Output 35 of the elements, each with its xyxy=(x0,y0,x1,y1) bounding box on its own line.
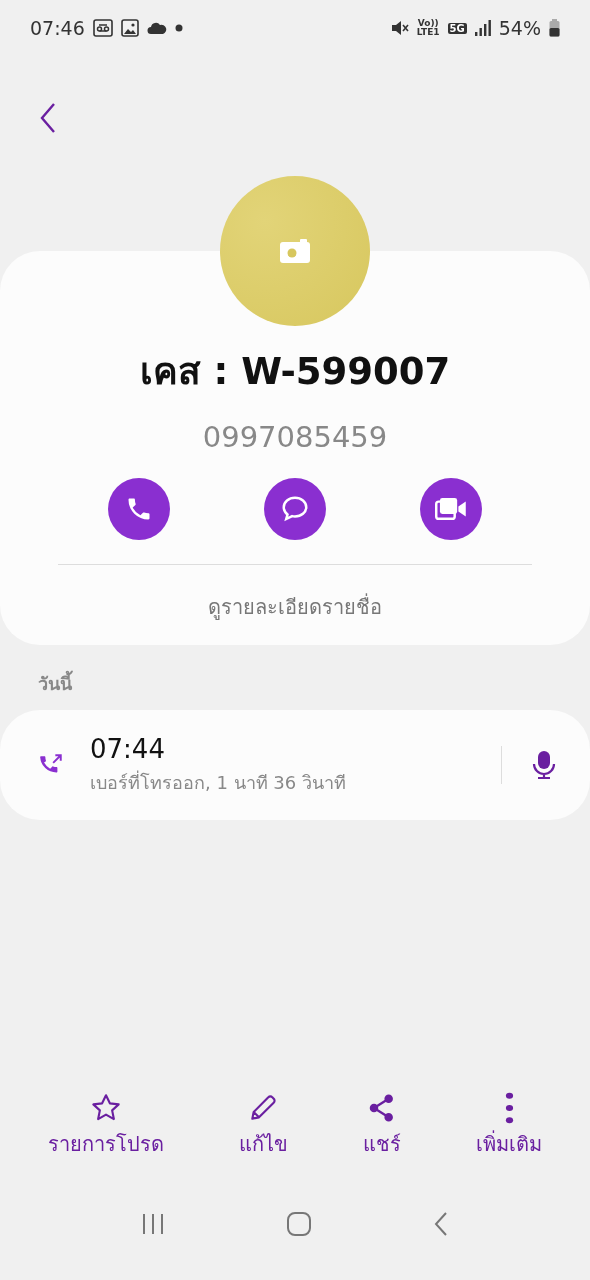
battery-icon xyxy=(549,19,560,37)
call-time: 07:44 xyxy=(90,733,166,764)
voicemail-icon xyxy=(92,19,113,37)
cloud-icon xyxy=(146,21,167,35)
more-button[interactable]: เพิ่มเติม xyxy=(468,1092,551,1160)
video-camera-icon xyxy=(435,495,467,523)
back-icon xyxy=(433,1211,450,1237)
microphone-icon xyxy=(532,750,556,780)
toolbar-label: แก้ไข xyxy=(238,1131,288,1158)
contact-details-link[interactable]: ดูรายละเอียดรายชื่อ xyxy=(208,591,382,623)
toolbar-label: เพิ่มเติม xyxy=(476,1129,543,1158)
recent-apps-icon xyxy=(140,1213,165,1235)
call-description: เบอร์ที่โทรออก, 1 นาที 36 วินาที xyxy=(90,769,347,795)
notification-dot-icon xyxy=(174,24,183,32)
toolbar-label: รายการโปรด xyxy=(47,1131,164,1158)
lte-label: LTE1 xyxy=(416,28,440,37)
toolbar-label: แชร์ xyxy=(363,1131,402,1158)
image-icon xyxy=(120,19,139,37)
share-button[interactable]: แชร์ xyxy=(355,1092,410,1160)
mute-icon xyxy=(390,19,409,37)
chat-bubble-icon xyxy=(280,494,310,524)
home-icon xyxy=(286,1211,312,1237)
volte-label: Vo)) xyxy=(416,19,440,28)
phone-number: 0997085459 xyxy=(202,420,388,454)
camera-icon xyxy=(279,238,311,264)
status-time: 07:46 xyxy=(30,17,85,39)
network-badge: 5G xyxy=(447,22,467,34)
contact-name: เคส : W-599007 xyxy=(139,349,451,395)
section-heading: วันนี้ xyxy=(38,669,590,698)
signal-icon xyxy=(474,20,491,36)
battery-percent: 54% xyxy=(498,17,541,39)
edit-button[interactable]: แก้ไข xyxy=(230,1092,296,1160)
favorite-button[interactable]: รายการโปรด xyxy=(39,1092,172,1160)
more-options-icon xyxy=(504,1092,514,1124)
call-log-entry[interactable]: 07:44 เบอร์ที่โทรออก, 1 นาที 36 วินาที xyxy=(0,710,590,820)
